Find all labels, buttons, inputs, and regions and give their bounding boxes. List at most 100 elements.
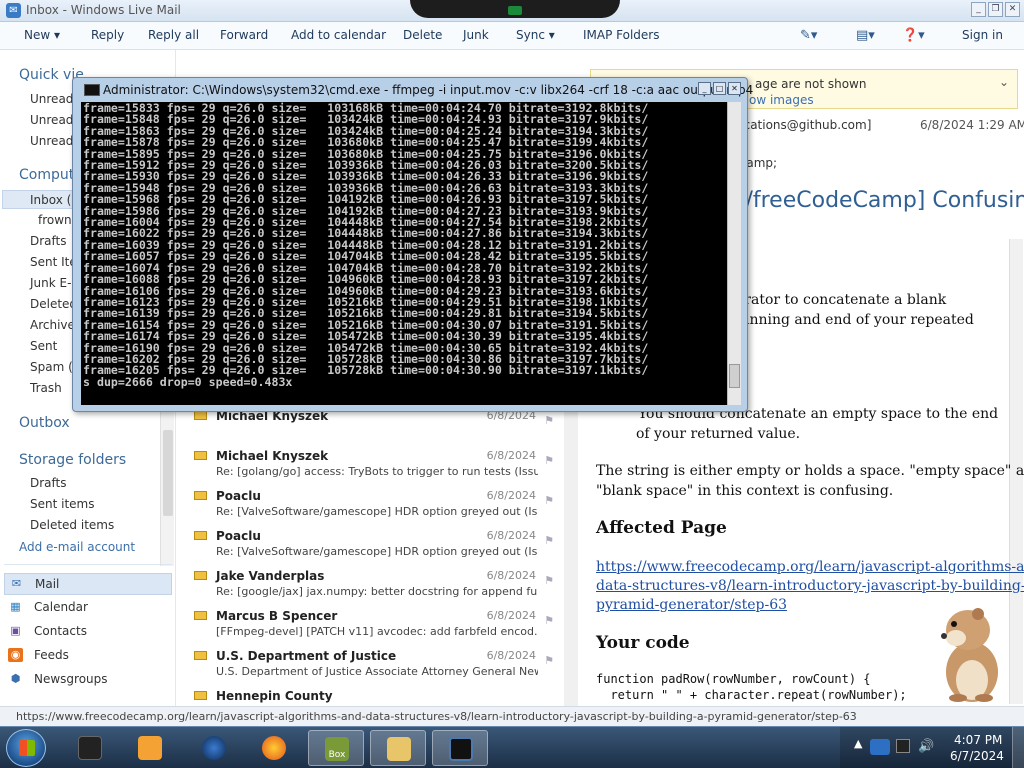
taskbar-app-box[interactable]: Box <box>308 730 364 766</box>
received-date: 6/8/2024 1:29 AM <box>920 118 1024 132</box>
junk-button[interactable]: Junk <box>463 28 489 42</box>
module-contacts[interactable]: ▣ Contacts <box>4 621 172 643</box>
computer-account-header[interactable]: Comput <box>19 167 74 183</box>
storage-deleted-items[interactable]: Deleted items <box>30 518 114 532</box>
delete-button[interactable]: Delete <box>403 28 442 42</box>
module-label: Newsgroups <box>34 672 108 686</box>
taskbar-app-terminal[interactable] <box>62 730 118 766</box>
cmd-title: Administrator: C:\Windows\system32\cmd.e… <box>103 83 754 97</box>
message-list-scrollbar[interactable] <box>564 400 578 706</box>
chevron-down-icon[interactable]: ⌄ <box>999 75 1009 89</box>
affected-page-link[interactable]: pyramid-generator/step-63 <box>596 597 787 613</box>
restore-icon[interactable]: ❐ <box>988 2 1003 17</box>
flag-icon[interactable]: ⚑ <box>544 414 554 427</box>
message-subject: Re: [ValveSoftware/gamescope] HDR option… <box>216 545 538 558</box>
affected-page-link[interactable]: data-structures-v8/learn-introductory-ja… <box>596 578 1024 594</box>
clock-time[interactable]: 4:07 PM <box>954 733 1002 747</box>
module-newsgroups[interactable]: ⬢ Newsgroups <box>4 669 172 691</box>
taskbar-app-media[interactable] <box>122 730 178 766</box>
volume-icon[interactable]: 🔊 <box>918 739 934 754</box>
pen-icon[interactable]: ✎▾ <box>800 28 817 43</box>
console-output[interactable]: frame=15833 fps= 29 q=26.0 size= 103168k… <box>81 102 727 405</box>
message-subject: [FFmpeg-devel] [PATCH v11] avcodec: add … <box>216 625 538 638</box>
folder-icon <box>387 737 411 761</box>
rss-icon: ◉ <box>8 648 23 662</box>
message-row[interactable]: Michael Knyszek 6/8/2024 Re: [golang/go]… <box>178 440 562 480</box>
flag-icon[interactable]: ⚑ <box>544 534 554 547</box>
message-row[interactable]: Marcus B Spencer 6/8/2024 [FFmpeg-devel]… <box>178 600 562 640</box>
taskbar-app-firefox[interactable] <box>246 730 302 766</box>
console-scrollbar[interactable] <box>727 102 741 405</box>
module-mail[interactable]: ✉ Mail <box>4 573 172 595</box>
module-label: Feeds <box>34 648 69 662</box>
taskbar-app-explorer[interactable] <box>370 730 426 766</box>
flag-icon[interactable]: ⚑ <box>544 654 554 667</box>
affected-page-link[interactable]: https://www.freecodecamp.org/learn/javas… <box>596 559 1024 575</box>
close-icon[interactable]: ✕ <box>1005 2 1020 17</box>
quick-view-unread[interactable]: Unread <box>30 92 73 106</box>
message-date: 6/8/2024 <box>486 489 536 502</box>
storage-folders-header[interactable]: Storage folders <box>19 452 126 468</box>
forward-button[interactable]: Forward <box>220 28 268 42</box>
taskbar: Box ▲ 🔊 4:07 PM 6/7/2024 <box>0 726 1024 768</box>
folder-drafts[interactable]: Drafts <box>30 234 67 248</box>
scrollbar-thumb[interactable] <box>729 364 740 388</box>
taskbar-app-cmd[interactable] <box>432 730 488 766</box>
message-row[interactable]: U.S. Department of Justice 6/8/2024 U.S.… <box>178 640 562 680</box>
cmd-window[interactable]: Administrator: C:\Windows\system32\cmd.e… <box>72 77 753 412</box>
hamster-mascot-icon[interactable] <box>928 600 1008 706</box>
tray-app-icon[interactable] <box>896 739 910 753</box>
module-feeds[interactable]: ◉ Feeds <box>4 645 172 667</box>
flag-icon[interactable]: ⚑ <box>544 454 554 467</box>
minimize-icon[interactable]: _ <box>971 2 986 17</box>
imap-folders-button[interactable]: IMAP Folders <box>583 28 660 42</box>
folder-deleted[interactable]: Deleted <box>30 297 77 311</box>
reply-all-button[interactable]: Reply all <box>148 28 199 42</box>
outbox-folder[interactable]: Outbox <box>19 415 70 431</box>
folder-spam[interactable]: Spam ( <box>30 360 73 374</box>
message-row[interactable]: Poaclu 6/8/2024 Re: [ValveSoftware/games… <box>178 480 562 520</box>
quick-view-unread[interactable]: Unread <box>30 113 73 127</box>
folder-sent[interactable]: Sent <box>30 339 57 353</box>
clock-date[interactable]: 6/7/2024 <box>950 749 1004 763</box>
maximize-icon[interactable]: □ <box>713 82 726 95</box>
reply-button[interactable]: Reply <box>91 28 124 42</box>
folder-trash[interactable]: Trash <box>30 381 62 395</box>
console-text: frame=15833 fps= 29 q=26.0 size= 103168k… <box>83 102 649 389</box>
envelope-icon <box>194 451 207 460</box>
body-text: erator to concatenate a blank <box>736 292 947 308</box>
folder-junk[interactable]: Junk E-r <box>30 276 76 290</box>
view-icon[interactable]: ▤▾ <box>856 28 875 43</box>
message-row[interactable]: Hennepin County <box>178 680 562 706</box>
storage-drafts[interactable]: Drafts <box>30 476 67 490</box>
start-button[interactable] <box>6 729 46 767</box>
minimize-icon[interactable]: _ <box>698 82 711 95</box>
flag-icon[interactable]: ⚑ <box>544 574 554 587</box>
message-row[interactable]: Jake Vanderplas 6/8/2024 Re: [google/jax… <box>178 560 562 600</box>
tray-expand-icon[interactable]: ▲ <box>854 737 862 750</box>
flag-icon[interactable]: ⚑ <box>544 494 554 507</box>
message-row[interactable]: Poaclu 6/8/2024 Re: [ValveSoftware/games… <box>178 520 562 560</box>
folder-inbox-sub[interactable]: frowni <box>38 213 75 227</box>
message-date: 6/8/2024 <box>486 529 536 542</box>
taskbar-app-globe[interactable] <box>186 730 242 766</box>
message-date: 6/8/2024 <box>486 609 536 622</box>
close-icon[interactable]: ✕ <box>728 82 741 95</box>
sync-button[interactable]: Sync ▾ <box>516 28 555 42</box>
storage-sent-items[interactable]: Sent items <box>30 497 95 511</box>
quick-view-unread[interactable]: Unread <box>30 134 73 148</box>
add-email-account-link[interactable]: Add e-mail account <box>19 540 135 554</box>
module-calendar[interactable]: ▦ Calendar <box>4 597 172 619</box>
show-images-link[interactable]: ow images <box>749 93 814 107</box>
flag-icon[interactable]: ⚑ <box>544 614 554 627</box>
add-to-calendar-button[interactable]: Add to calendar <box>291 28 386 42</box>
toolbar: New ▾ Reply Reply all Forward Add to cal… <box>0 22 1024 50</box>
sign-in-button[interactable]: Sign in <box>962 28 1003 42</box>
module-label: Mail <box>35 577 60 591</box>
show-desktop-button[interactable] <box>1012 727 1024 768</box>
scrollbar-thumb[interactable] <box>163 430 173 516</box>
new-button[interactable]: New ▾ <box>24 28 60 42</box>
network-icon[interactable] <box>870 739 890 755</box>
envelope-icon <box>194 491 207 500</box>
help-icon[interactable]: ❓▾ <box>902 28 925 43</box>
